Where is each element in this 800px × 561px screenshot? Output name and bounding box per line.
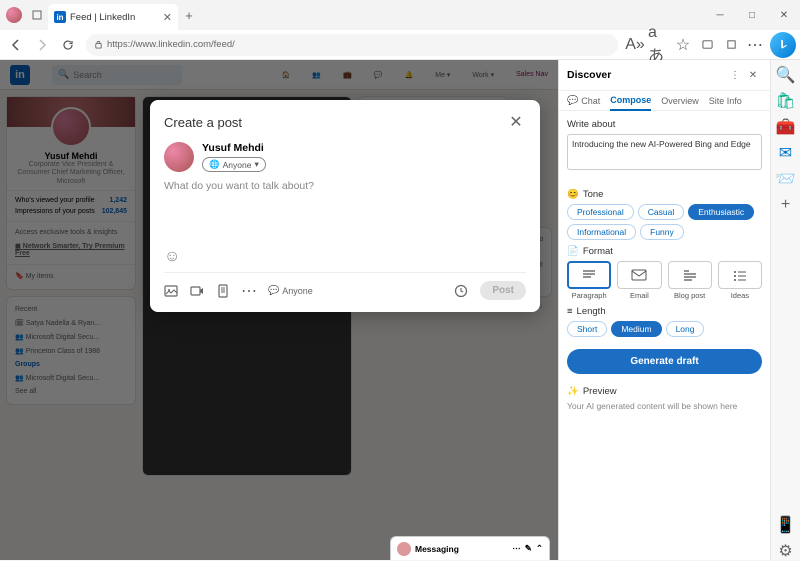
tone-casual[interactable]: Casual (638, 204, 684, 220)
tab-chat[interactable]: 💬Chat (567, 95, 600, 110)
add-document-icon[interactable] (216, 284, 230, 298)
tone-label: 😊Tone (567, 189, 762, 200)
tab-actions-button[interactable] (26, 4, 48, 26)
more-options-icon[interactable]: ⋯ (242, 284, 256, 298)
audience-selector[interactable]: 🌐 Anyone ▾ (202, 157, 266, 172)
format-blogpost[interactable]: Blog post (668, 261, 712, 300)
messaging-avatar (397, 542, 411, 556)
collections-icon[interactable] (696, 34, 718, 56)
emoji-button[interactable]: ☺ (164, 248, 526, 266)
sidebar-title: Discover (567, 69, 726, 81)
sparkle-icon: ✨ (567, 386, 579, 397)
write-about-input[interactable] (567, 134, 762, 170)
messaging-bar[interactable]: Messaging ⋯ ✎ ⌃ (390, 536, 550, 560)
discover-sidebar: Discover ⋮ ✕ 💬Chat Compose Overview Site… (558, 60, 770, 560)
chevron-up-icon[interactable]: ⌃ (536, 543, 543, 554)
tone-icon: 😊 (567, 189, 579, 200)
window-controls: ─ □ ✕ (704, 0, 800, 30)
format-icon: 📄 (567, 246, 579, 257)
post-button[interactable]: Post (480, 281, 526, 300)
format-paragraph[interactable]: Paragraph (567, 261, 611, 300)
tab-overview[interactable]: Overview (661, 95, 699, 110)
forward-button[interactable] (30, 33, 54, 57)
rail-mobile-icon[interactable]: 📱 (777, 516, 795, 534)
address-bar[interactable]: https://www.linkedin.com/feed/ (86, 34, 618, 56)
close-window-button[interactable]: ✕ (768, 0, 800, 30)
new-tab-button[interactable]: + (178, 4, 200, 26)
audience-label: Anyone (223, 160, 252, 170)
tab-compose[interactable]: Compose (610, 95, 651, 111)
tone-informational[interactable]: Informational (567, 224, 636, 240)
length-label: ≡Length (567, 306, 762, 317)
page-content: in 🔍 Search 🏠 👥 💼 💬 🔔 Me ▾ Work ▾ Sales … (0, 60, 558, 560)
browser-titlebar: in Feed | LinkedIn ✕ + ─ □ ✕ (0, 0, 800, 30)
comment-icon: 💬 (268, 285, 279, 296)
tab-site-info[interactable]: Site Info (709, 95, 742, 110)
rail-settings-icon[interactable]: ⚙ (777, 542, 795, 560)
extensions-icon[interactable] (720, 34, 742, 56)
add-image-icon[interactable] (164, 284, 178, 298)
chevron-down-icon: ▾ (254, 159, 258, 170)
edge-rail: 🔍 🛍 🧰 ✉ 📨 + 📱 ⚙ (770, 60, 800, 560)
format-email[interactable]: Email (617, 261, 661, 300)
sidebar-close-button[interactable]: ✕ (744, 66, 762, 84)
modal-user-avatar (164, 142, 194, 172)
messaging-more-icon[interactable]: ⋯ (512, 543, 521, 554)
read-aloud-icon[interactable]: A» (624, 34, 646, 56)
rail-add-icon[interactable]: + (777, 196, 795, 214)
rail-outlook-icon[interactable]: ✉ (777, 144, 795, 162)
modal-user-name: Yusuf Mehdi (202, 142, 266, 154)
back-button[interactable] (4, 33, 28, 57)
modal-title: Create a post (164, 115, 242, 130)
sidebar-more-button[interactable]: ⋮ (726, 66, 744, 84)
schedule-icon[interactable] (454, 284, 468, 298)
rail-tools-icon[interactable]: 🧰 (777, 118, 795, 136)
comment-visibility[interactable]: 💬 Anyone (268, 285, 313, 296)
tab-title: Feed | LinkedIn (70, 12, 159, 23)
messaging-compose-icon[interactable]: ✎ (525, 543, 532, 554)
discover-bing-button[interactable] (770, 32, 796, 58)
post-textarea[interactable]: What do you want to talk about? (164, 180, 526, 230)
tab-close-button[interactable]: ✕ (163, 11, 172, 24)
modal-close-button[interactable]: ✕ (506, 112, 526, 132)
tone-professional[interactable]: Professional (567, 204, 634, 220)
tone-funny[interactable]: Funny (640, 224, 684, 240)
add-video-icon[interactable] (190, 284, 204, 298)
create-post-modal: Create a post ✕ Yusuf Mehdi 🌐 Anyone ▾ W… (150, 100, 540, 312)
browser-toolbar: https://www.linkedin.com/feed/ A» aあ ☆ ⋯ (0, 30, 800, 60)
browser-profile-avatar[interactable] (6, 7, 22, 23)
length-medium[interactable]: Medium (611, 321, 661, 337)
browser-tab[interactable]: in Feed | LinkedIn ✕ (48, 4, 178, 30)
rail-search-icon[interactable]: 🔍 (777, 66, 795, 84)
messaging-label: Messaging (415, 544, 459, 554)
write-about-label: Write about (567, 119, 762, 130)
generate-draft-button[interactable]: Generate draft (567, 349, 762, 374)
globe-icon: 🌐 (209, 159, 220, 170)
url-text: https://www.linkedin.com/feed/ (107, 39, 235, 50)
format-label: 📄Format (567, 246, 762, 257)
linkedin-favicon: in (54, 11, 66, 23)
comment-visibility-label: Anyone (282, 286, 313, 296)
tone-enthusiastic[interactable]: Enthusiastic (688, 204, 754, 220)
preview-placeholder: Your AI generated content will be shown … (567, 401, 762, 411)
chat-icon: 💬 (567, 95, 578, 106)
refresh-button[interactable] (56, 33, 80, 57)
length-long[interactable]: Long (666, 321, 705, 337)
more-button[interactable]: ⋯ (744, 34, 766, 56)
rail-shopping-icon[interactable]: 🛍 (777, 92, 795, 110)
length-icon: ≡ (567, 306, 573, 317)
format-ideas[interactable]: Ideas (718, 261, 762, 300)
rail-drop-icon[interactable]: 📨 (777, 170, 795, 188)
favorites-icon[interactable]: ☆ (672, 34, 694, 56)
length-short[interactable]: Short (567, 321, 607, 337)
preview-label: ✨Preview (567, 386, 762, 397)
maximize-button[interactable]: □ (736, 0, 768, 30)
lock-icon (94, 40, 103, 49)
minimize-button[interactable]: ─ (704, 0, 736, 30)
translate-icon[interactable]: aあ (648, 34, 670, 56)
